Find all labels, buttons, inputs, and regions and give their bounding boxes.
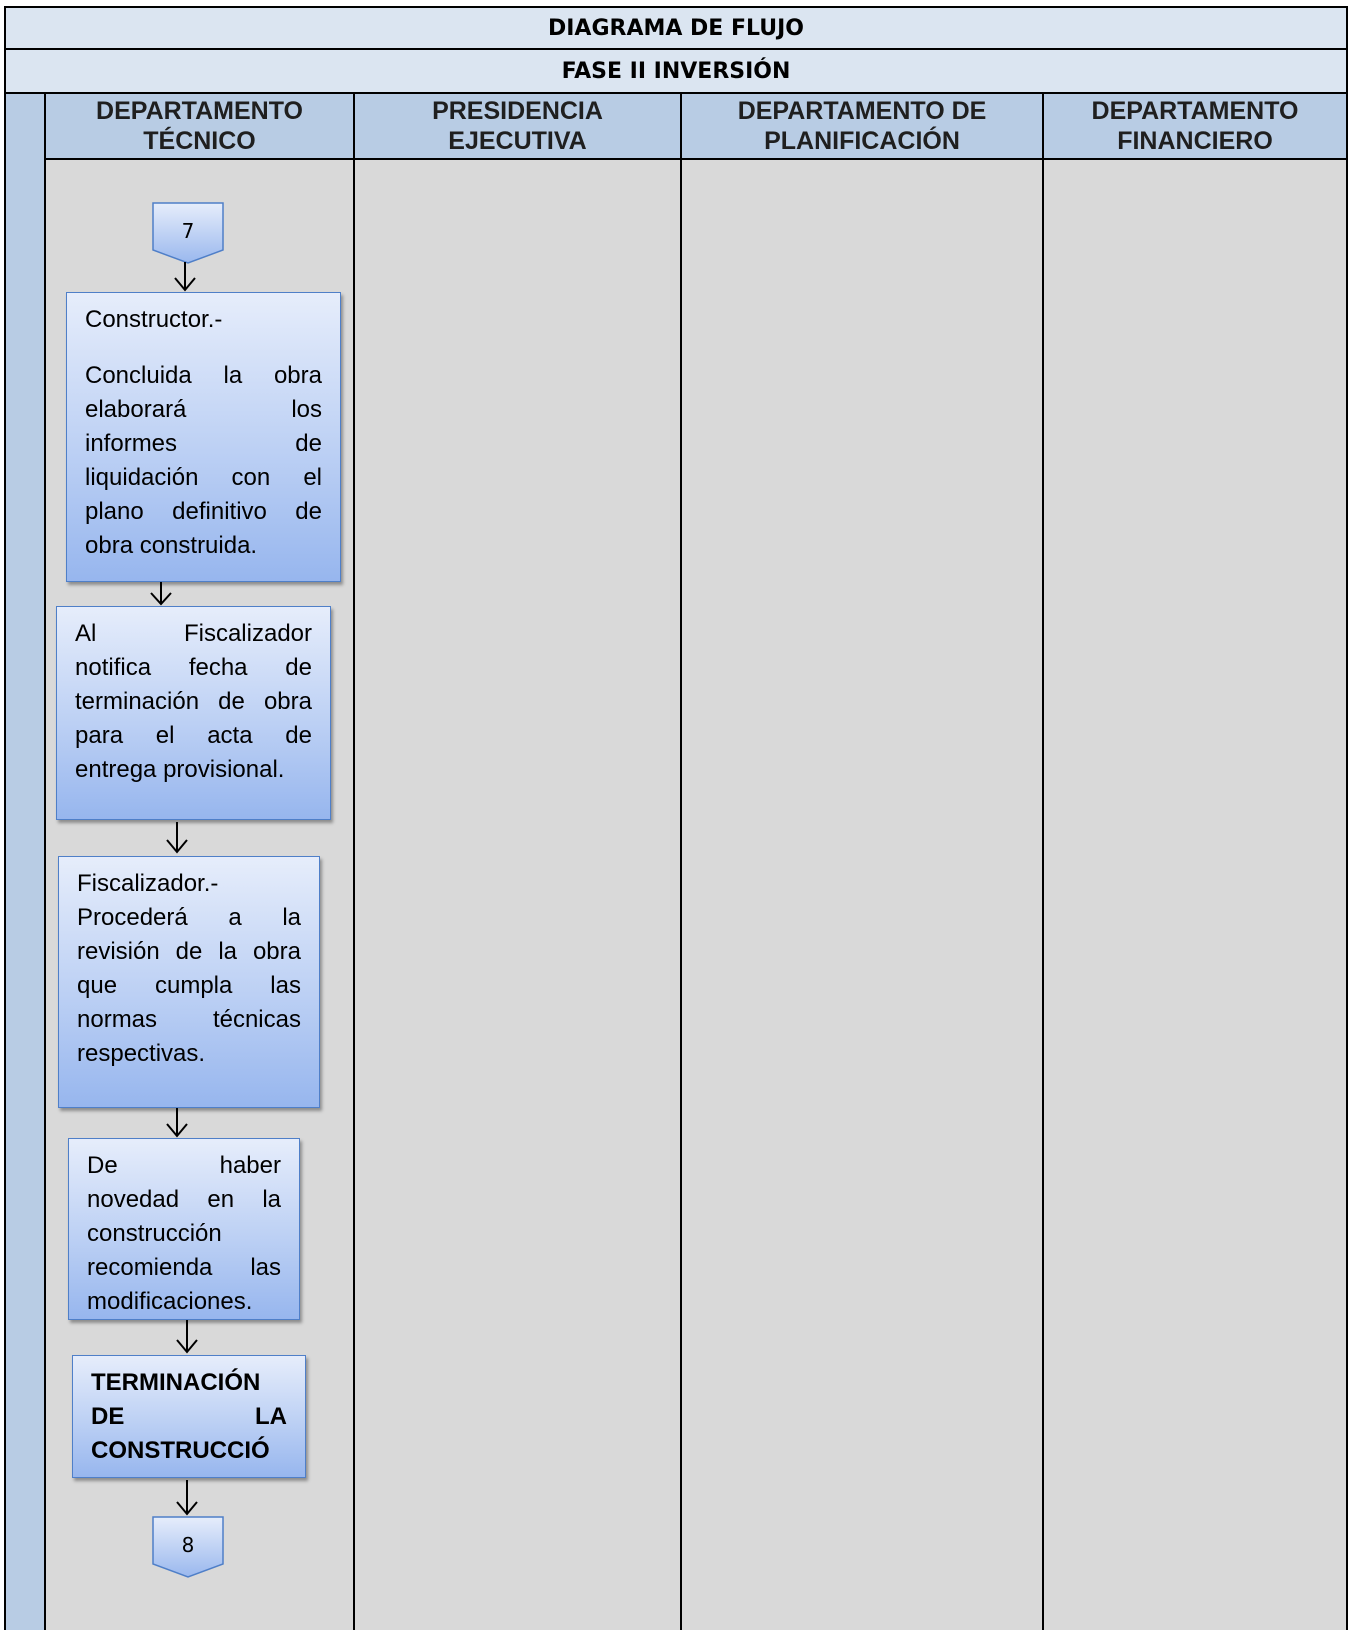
column-header-planificacion: DEPARTAMENTO DE PLANIFICACIÓN	[682, 94, 1044, 160]
column-header-line: DEPARTAMENTO	[96, 97, 303, 125]
column-header-line: PLANIFICACIÓN	[764, 127, 960, 155]
process-box-novedad: De haber novedad en la construcción reco…	[68, 1138, 300, 1320]
column-header-line: DEPARTAMENTO	[1091, 97, 1299, 125]
box-text: Procederá a la revisión de la obra que c…	[77, 904, 301, 1067]
arrow-down-icon	[166, 1108, 188, 1138]
lane-planificacion	[682, 160, 1044, 1630]
process-box-notifica: Al Fiscalizador notifica fecha de termin…	[56, 606, 331, 820]
process-box-terminacion: TERMINACIÓN DE LA CONSTRUCCIÓ	[72, 1355, 306, 1478]
arrow-down-icon	[176, 1480, 198, 1516]
arrow-down-icon	[150, 582, 172, 606]
column-header-tecnico: DEPARTAMENTO TÉCNICO	[46, 94, 355, 160]
box-heading: Fiscalizador.-	[77, 870, 219, 897]
offpage-connector-end: 8	[152, 1516, 224, 1578]
column-header-line: PRESIDENCIA	[432, 97, 603, 125]
phase-title: FASE II INVERSIÓN	[4, 50, 1348, 94]
arrow-down-icon	[174, 262, 196, 292]
arrow-down-icon	[176, 1320, 198, 1354]
column-header-line: DEPARTAMENTO DE	[737, 97, 987, 125]
box-text: De haber novedad en la construcción reco…	[87, 1152, 281, 1315]
box-text: TERMINACIÓN DE LA CONSTRUCCIÓ	[91, 1369, 287, 1464]
process-box-constructor: Constructor.- Concluida la obra elaborar…	[66, 292, 341, 582]
connector-label: 7	[181, 219, 195, 243]
column-header-financiero: DEPARTAMENTO FINANCIERO	[1044, 94, 1348, 160]
box-heading: Constructor.-	[85, 306, 223, 333]
column-header-presidencia: PRESIDENCIA EJECUTIVA	[355, 94, 682, 160]
left-margin-strip	[4, 94, 46, 1630]
diagram-title: DIAGRAMA DE FLUJO	[4, 6, 1348, 50]
column-header-line: TÉCNICO	[143, 127, 256, 155]
lane-presidencia	[355, 160, 682, 1630]
offpage-connector-start: 7	[152, 202, 224, 264]
column-header-line: FINANCIERO	[1117, 127, 1273, 155]
connector-label: 8	[181, 1533, 195, 1557]
arrow-down-icon	[166, 822, 188, 854]
column-header-line: EJECUTIVA	[448, 127, 587, 155]
box-text: Al Fiscalizador notifica fecha de termin…	[75, 620, 312, 783]
box-text: Concluida la obra elaborará los informes…	[85, 362, 322, 559]
lane-financiero	[1044, 160, 1348, 1630]
process-box-fiscalizador: Fiscalizador.- Procederá a la revisión d…	[58, 856, 320, 1108]
